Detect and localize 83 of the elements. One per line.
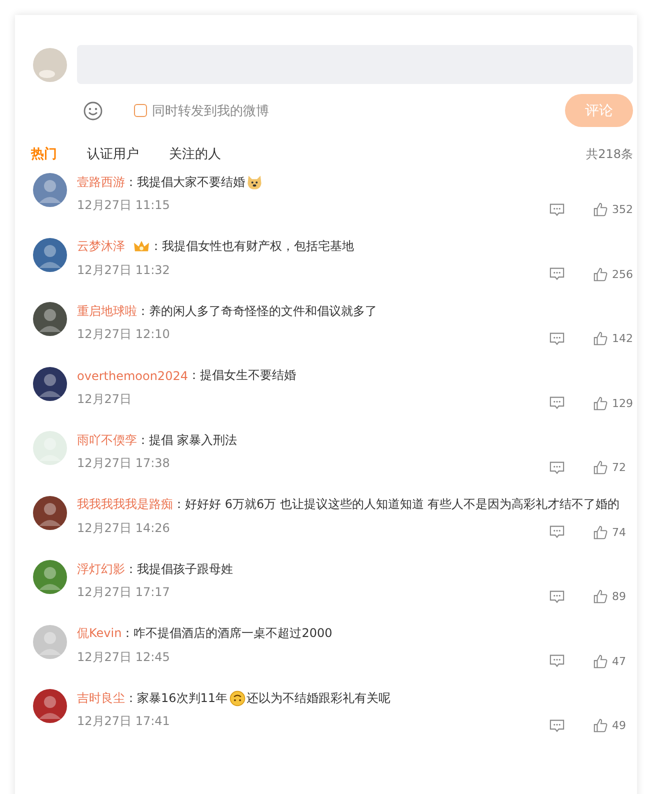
emoji-icon[interactable] [83,100,103,120]
reply-icon[interactable] [549,202,565,216]
reply-icon[interactable] [549,718,565,732]
comment-text: 好好好 6万就6万 也让提议这些的人知道知道 有些人不是因为高彩礼才结不了婚的 [185,496,620,513]
user-name[interactable]: 吉时良尘 [77,690,125,706]
comment-text: 家暴16次判11年 [137,690,228,706]
comment-time: 12月27日 11:15 [77,197,170,214]
thumbs-up-icon [593,589,608,604]
like-button[interactable]: 129 [593,396,633,410]
name-separator: ： [188,367,200,384]
like-button[interactable]: 142 [593,331,633,346]
filter-tab[interactable]: 认证用户 [87,145,139,163]
thumbs-up-icon [593,202,608,217]
avatar [33,431,67,465]
like-button[interactable]: 89 [593,589,633,604]
avatar [33,624,67,658]
reply-icon[interactable] [549,525,565,539]
user-name[interactable]: 我我我我我是路痴 [77,496,173,513]
thumbs-up-icon [593,396,608,410]
comment-time: 12月27日 11:32 [77,262,170,278]
avatar [33,366,67,400]
name-separator: ： [137,302,149,320]
user-name[interactable]: 雨吖不偄孪 [77,432,137,448]
dog-emoji-icon [246,174,263,190]
thumbs-up-icon [593,460,608,475]
avatar [33,48,67,82]
like-button[interactable]: 47 [593,654,633,668]
comment-text: 我提倡大家不要结婚 [137,174,245,190]
reply-icon[interactable] [549,332,565,346]
crown-badge-icon [133,239,150,254]
user-name[interactable]: 侃Kevin [77,625,122,642]
like-button[interactable]: 49 [593,718,633,733]
comment-text: 咋不提倡酒店的酒席一桌不超过2000 [134,625,332,642]
repost-checkbox[interactable]: 同时转发到我的微博 [134,102,269,120]
reply-icon[interactable] [549,267,565,281]
comment-text: 提倡 家暴入刑法 [149,432,237,448]
user-name[interactable]: 重启地球啦 [77,302,137,320]
comment-time: 12月27日 17:17 [77,584,170,601]
avatar [33,238,67,272]
comment-time: 12月27日 17:41 [77,713,170,730]
avatar [33,496,67,530]
smiley-emoji-icon [228,690,246,706]
name-separator: ： [122,625,134,642]
filter-tab[interactable]: 关注的人 [169,145,221,163]
thumbs-up-icon [593,331,608,346]
user-name[interactable]: 壹路西游 [77,174,125,190]
name-separator: ： [125,690,137,706]
reply-icon[interactable] [549,396,565,410]
name-separator: ： [125,174,137,190]
thumbs-up-icon [593,524,608,540]
name-separator: ： [125,560,137,578]
comment-count: 共218条 [586,146,633,162]
user-name[interactable]: 浮灯幻影 [77,560,125,578]
user-name[interactable]: overthemoon2024 [77,368,188,382]
filter-tab[interactable]: 热门 [31,145,57,163]
avatar [33,689,67,723]
name-separator: ： [137,432,149,448]
reply-icon[interactable] [549,654,565,668]
like-button[interactable]: 72 [593,460,633,475]
reply-icon[interactable] [549,590,565,604]
thumbs-up-icon [593,718,608,733]
name-separator: ： [150,238,162,255]
like-button[interactable]: 256 [593,266,633,282]
name-separator: ： [173,496,185,513]
avatar [33,302,67,336]
avatar [33,173,67,207]
reply-icon[interactable] [549,460,565,474]
like-button[interactable]: 352 [593,202,633,217]
comment-time: 12月27日 12:10 [77,326,170,343]
avatar [33,560,67,594]
user-name[interactable]: 云梦沐泽 [77,238,125,255]
comment-time: 12月27日 12:45 [77,648,170,666]
thumbs-up-icon [593,266,608,282]
like-button[interactable]: 74 [593,524,633,540]
comment-time: 12月27日 14:26 [77,520,170,536]
comment-text: 提倡女生不要结婚 [200,367,296,384]
comment-text: 我提倡孩子跟母姓 [137,560,233,578]
comment-text: 还以为不结婚跟彩礼有关呢 [246,690,391,706]
comment-time: 12月27日 [77,390,132,408]
thumbs-up-icon [593,654,608,668]
comment-text: 养的闲人多了奇奇怪怪的文件和倡议就多了 [149,302,377,320]
comment-time: 12月27日 17:38 [77,455,170,472]
comment-text: 我提倡女性也有财产权，包括宅基地 [162,238,354,255]
